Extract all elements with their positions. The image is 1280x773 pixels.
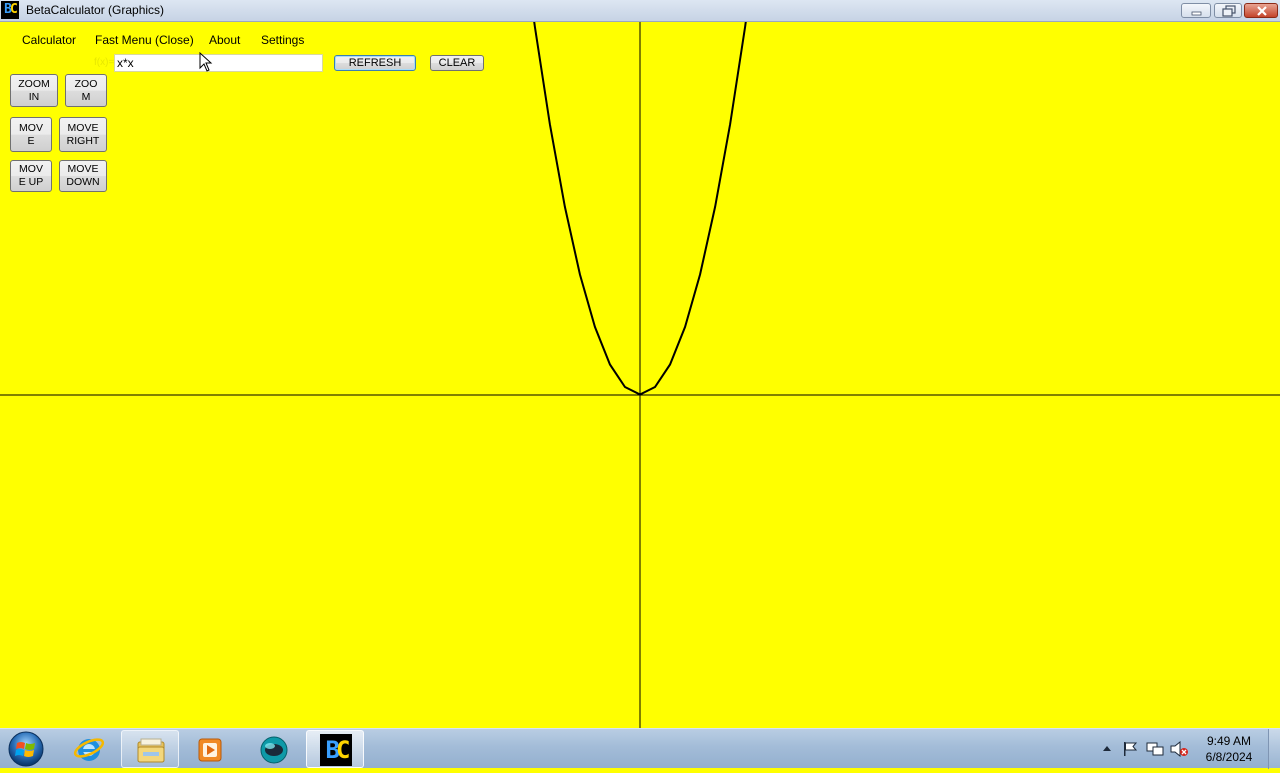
volume-muted-icon[interactable] (1170, 741, 1188, 757)
windows-start-orb-icon (8, 731, 44, 767)
betacalculator-icon: BC (1, 1, 19, 19)
zoom-out-button[interactable]: ZOO M (65, 74, 107, 107)
mouse-cursor-icon (199, 52, 213, 72)
menu-calculator[interactable]: Calculator (20, 33, 78, 47)
clock-date: 6/8/2024 (1205, 750, 1253, 764)
show-hidden-icons-icon[interactable] (1102, 744, 1112, 752)
close-icon (1257, 6, 1267, 16)
file-explorer-icon (137, 738, 165, 763)
graph-canvas[interactable] (0, 22, 1280, 728)
internet-explorer-icon (73, 738, 105, 761)
action-center-flag-icon[interactable] (1122, 741, 1138, 757)
function-input[interactable] (114, 54, 323, 72)
move-down-button[interactable]: MOVE DOWN (59, 160, 107, 192)
restore-icon (1222, 5, 1236, 17)
restore-button[interactable] (1214, 3, 1242, 18)
taskbar: BC 9:49 AM 6/8/2024 (0, 728, 1280, 769)
menu-fast-menu[interactable]: Fast Menu (Close) (93, 33, 196, 47)
taskbar-media-player[interactable] (181, 730, 239, 768)
move-left-button[interactable]: MOV E (10, 117, 52, 152)
show-desktop-button[interactable] (1268, 729, 1280, 769)
start-button[interactable] (5, 730, 47, 768)
media-player-icon (198, 738, 222, 762)
zoom-in-button[interactable]: ZOOM IN (10, 74, 58, 107)
minimize-button[interactable] (1181, 3, 1211, 18)
function-curve (533, 22, 747, 396)
clear-button[interactable]: CLEAR (430, 55, 484, 71)
minimize-icon (1191, 11, 1202, 16)
taskbar-betacalculator[interactable]: BC (306, 730, 364, 768)
move-right-button[interactable]: MOVE RIGHT (59, 117, 107, 152)
move-up-button[interactable]: MOV E UP (10, 160, 52, 192)
window-title: BetaCalculator (Graphics) (26, 3, 165, 17)
app-icon-teal (260, 736, 288, 764)
clock-time: 9:49 AM (1206, 734, 1252, 748)
close-button[interactable] (1244, 3, 1278, 18)
network-icon[interactable] (1146, 741, 1164, 757)
menu-about[interactable]: About (207, 33, 242, 47)
app-window: BC BetaCalculator (Graphics) Calculator … (0, 0, 1280, 728)
betacalculator-icon: BC (320, 734, 352, 766)
title-bar[interactable]: BC BetaCalculator (Graphics) (0, 0, 1280, 22)
taskbar-internet-explorer[interactable] (60, 730, 118, 768)
taskbar-app[interactable] (245, 730, 303, 768)
taskbar-file-explorer[interactable] (121, 730, 179, 768)
taskbar-clock[interactable]: 9:49 AM 6/8/2024 (1196, 733, 1262, 765)
refresh-button[interactable]: REFRESH (334, 55, 416, 71)
function-label: f(x)= (94, 57, 115, 68)
menu-settings[interactable]: Settings (259, 33, 306, 47)
